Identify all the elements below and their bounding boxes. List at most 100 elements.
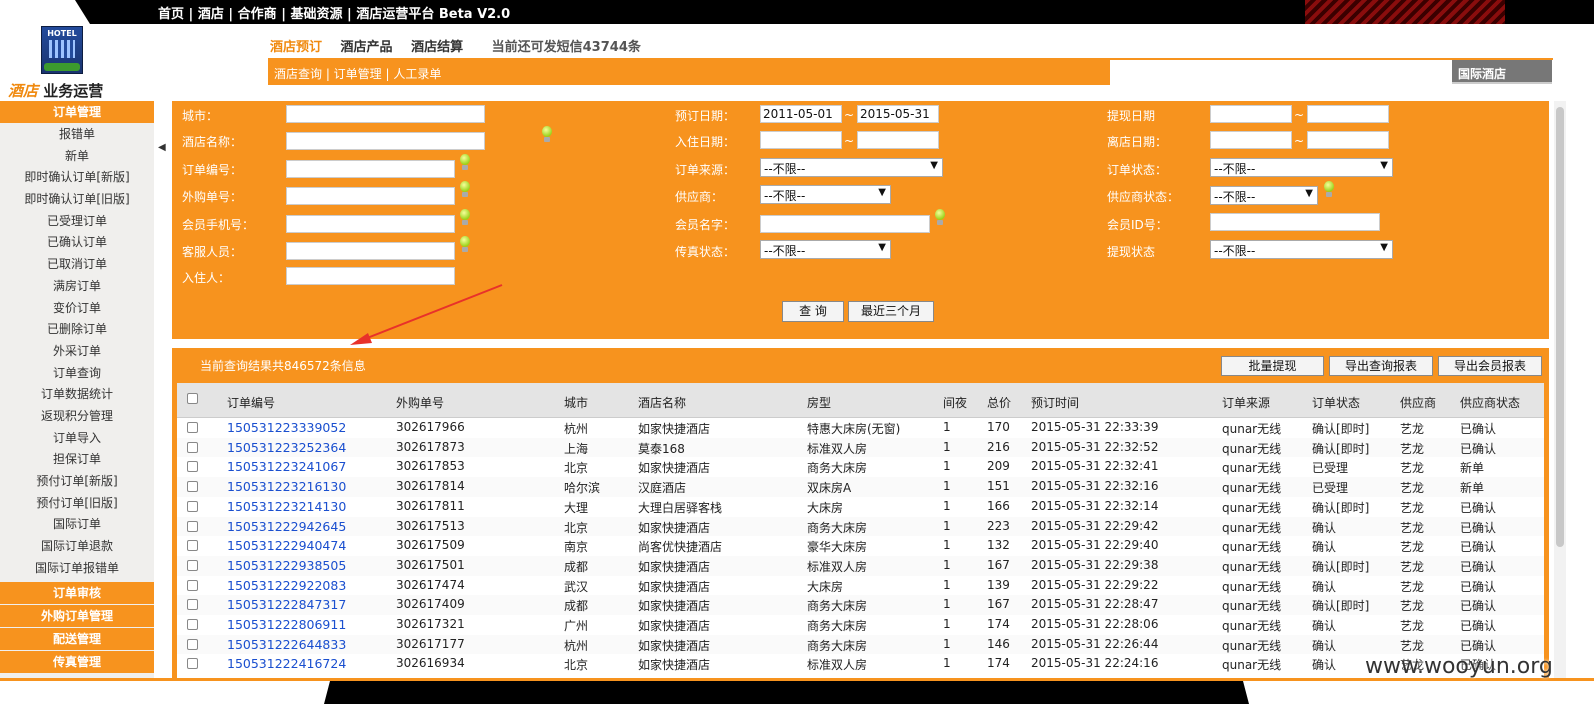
cashout-status-select[interactable]: --不限-- ▼ [1210,240,1393,259]
sidebar-item[interactable]: 国际订单 [0,514,154,536]
row-checkbox[interactable] [187,481,198,493]
order-number-link[interactable]: 150531222922083 [227,578,346,593]
column-header[interactable]: 订单来源 [1222,394,1270,411]
book-date-from-input[interactable]: 2011-05-01 [760,105,842,123]
row-checkbox[interactable] [187,559,198,571]
recent-three-months-button[interactable]: 最近三个月 [848,301,934,322]
scrollbar-thumb[interactable] [1556,107,1564,547]
order-number-link[interactable]: 150531222416724 [227,656,346,671]
sidebar-item[interactable]: 已取消订单 [0,254,154,276]
column-header[interactable]: 订单状态 [1312,394,1360,411]
order-number-link[interactable]: 150531223339052 [227,420,346,435]
table-row[interactable]: 150531222806911 302617321 广州 如家快捷酒店 商务大床房 1 17… [177,615,1544,635]
sidebar-collapse-icon[interactable]: ◀ [158,140,166,156]
order-number-link[interactable]: 150531223252364 [227,440,346,455]
sidebar-section[interactable]: 外购订单管理 [0,605,154,628]
fax-status-select[interactable]: --不限-- ▼ [760,240,891,259]
nav-platform[interactable]: 酒店运营平台 Beta V2.0 [356,7,510,22]
column-header[interactable]: 供应商 [1400,394,1436,411]
order-status-select[interactable]: --不限-- ▼ [1210,158,1393,177]
member-id-input[interactable] [1210,213,1380,231]
guest-input[interactable] [286,267,455,285]
ext-order-no-input[interactable] [286,187,455,205]
nav-home[interactable]: 首页 [158,7,184,22]
column-header[interactable]: 总价 [987,394,1011,411]
column-header[interactable]: 间夜 [943,394,967,411]
table-row[interactable]: 150531222922083 302617474 武汉 如家快捷酒店 大床房 1 139 2… [177,576,1544,596]
order-number-link[interactable]: 150531222942645 [227,519,346,534]
row-checkbox[interactable] [187,520,198,532]
checkin-date-from-input[interactable] [760,131,842,149]
order-number-link[interactable]: 150531223214130 [227,499,346,514]
sidebar-item[interactable]: 已受理订单 [0,211,154,233]
sidebar-item[interactable]: 报错单 [0,124,154,146]
nav-hotel[interactable]: 酒店 [198,7,224,22]
column-header[interactable]: 房型 [807,394,831,411]
vertical-scrollbar[interactable] [1554,101,1566,681]
row-checkbox[interactable] [187,422,198,433]
table-row[interactable]: 150531222416724 302616934 北京 如家快捷酒店 标准双人房 1 17… [177,654,1544,674]
sidebar-item[interactable]: 已删除订单 [0,319,154,341]
batch-cashout-button[interactable]: 批量提现 [1221,356,1324,376]
sidebar-item[interactable]: 即时确认订单[新版] [0,167,154,189]
checkout-date-from-input[interactable] [1210,131,1292,149]
checkout-date-to-input[interactable] [1307,131,1389,149]
breadcrumb[interactable]: 酒店查询 | 订单管理 | 人工录单 [268,60,1110,85]
row-checkbox[interactable] [187,599,198,611]
city-input[interactable] [286,105,485,123]
export-member-report-button[interactable]: 导出会员报表 [1438,356,1542,376]
order-number-link[interactable]: 150531222938505 [227,558,346,573]
sidebar-section-order-management[interactable]: 订单管理 [0,101,154,123]
hint-bulb-icon[interactable] [458,154,472,172]
supplier-status-select[interactable]: --不限-- ▼ [1210,186,1318,205]
cashout-date-from-input[interactable] [1210,105,1292,123]
row-checkbox[interactable] [187,658,198,670]
table-row[interactable]: 150531223241067 302617853 北京 如家快捷酒店 商务大床房 1 20… [177,457,1544,477]
cashout-date-to-input[interactable] [1307,105,1389,123]
sidebar-item[interactable]: 新单 [0,146,154,168]
sidebar-item[interactable]: 订单查询 [0,363,154,385]
table-row[interactable]: 150531222942645 302617513 北京 如家快捷酒店 商务大床房 1 22… [177,516,1544,537]
hint-bulb-icon[interactable] [1322,181,1336,199]
nav-resources[interactable]: 基础资源 [290,7,342,22]
tab-hotel-settlement[interactable]: 酒店结算 [411,36,463,55]
sidebar-section[interactable]: 订单审核 [0,582,154,605]
sidebar-item[interactable]: 订单导入 [0,428,154,450]
cs-staff-input[interactable] [286,242,455,260]
order-number-link[interactable]: 150531222806911 [227,617,346,632]
tab-hotel-products[interactable]: 酒店产品 [341,36,393,55]
sidebar-item[interactable]: 预付订单[旧版] [0,493,154,515]
hint-bulb-icon[interactable] [458,236,472,254]
sidebar-item[interactable]: 已确认订单 [0,232,154,254]
hint-bulb-icon[interactable] [458,209,472,227]
sidebar-section[interactable]: 传真管理 [0,651,154,674]
sidebar-item[interactable]: 国际订单退款 [0,536,154,558]
table-row[interactable]: 150531223214130 302617811 大理 大理白居驿客栈 大床房 1 166… [177,497,1544,517]
column-header[interactable]: 供应商状态 [1460,394,1520,411]
column-header[interactable]: 预订时间 [1031,394,1079,411]
row-checkbox[interactable] [187,579,198,591]
table-row[interactable]: 150531222644833 302617177 杭州 如家快捷酒店 商务大床房 1 14… [177,634,1544,655]
sidebar-item[interactable]: 返现积分管理 [0,406,154,428]
table-row[interactable]: 150531223216130 302617814 哈尔滨 汉庭酒店 双床房A 1 151 2… [177,477,1544,497]
row-checkbox[interactable] [187,500,198,512]
sidebar-section[interactable]: 配送管理 [0,628,154,651]
order-number-link[interactable]: 150531223216130 [227,479,346,494]
table-row[interactable]: 150531222940474 302617509 南京 尚客优快捷酒店 豪华大床房 1 1… [177,536,1544,556]
tab-international-hotel[interactable]: 国际酒店 [1452,60,1552,84]
sidebar-item[interactable]: 即时确认订单[旧版] [0,189,154,211]
member-phone-input[interactable] [286,215,455,233]
order-number-link[interactable]: 150531222940474 [227,538,346,553]
column-header[interactable]: 酒店名称 [638,394,686,411]
row-checkbox[interactable] [187,461,198,473]
row-checkbox[interactable] [187,638,198,650]
sidebar-item[interactable]: 外采订单 [0,341,154,363]
row-checkbox[interactable] [187,619,198,630]
sidebar-item[interactable]: 担保订单 [0,449,154,471]
supplier-select[interactable]: --不限-- ▼ [760,185,891,204]
hint-bulb-icon[interactable] [458,181,472,199]
table-row[interactable]: 150531222847317 302617409 成都 如家快捷酒店 商务大床房 1 16… [177,595,1544,615]
hint-bulb-icon[interactable] [540,126,554,144]
order-number-link[interactable]: 150531222847317 [227,597,346,612]
order-number-link[interactable]: 150531222644833 [227,637,346,652]
